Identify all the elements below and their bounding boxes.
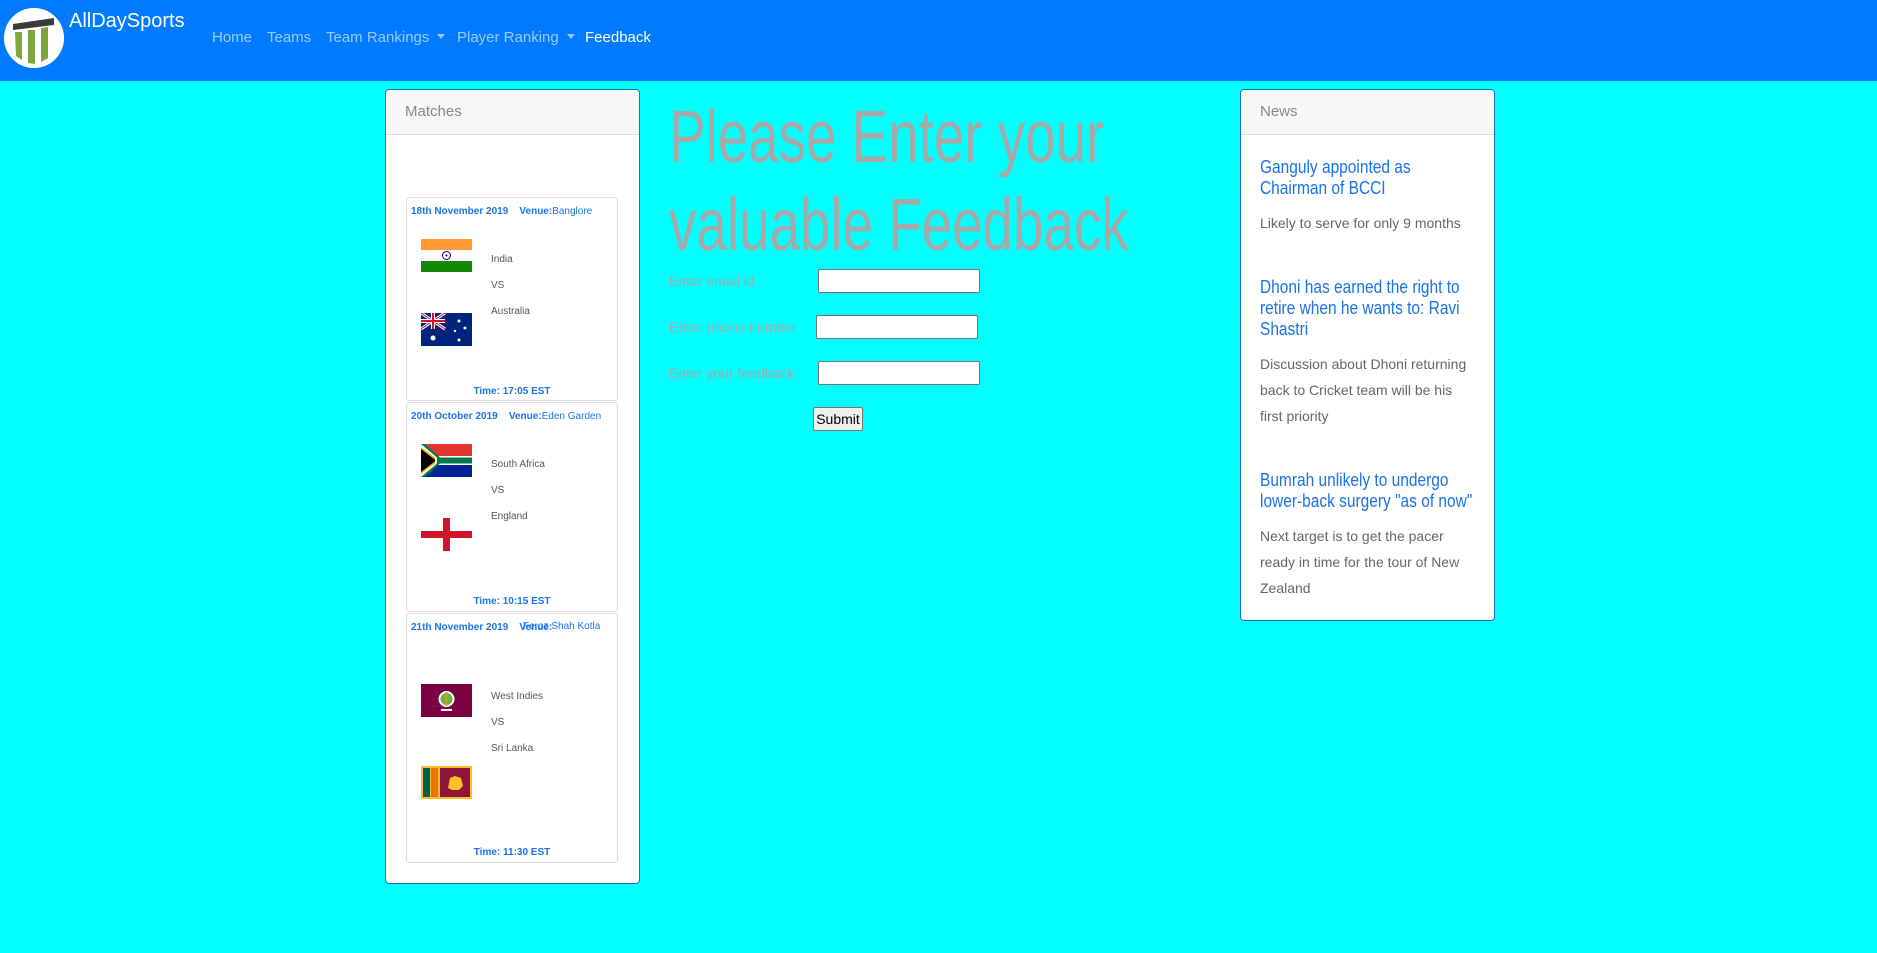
chevron-down-icon [566, 34, 575, 39]
india-flag-icon [421, 239, 472, 272]
phone-label: Enter phone number [669, 319, 797, 335]
match-venue[interactable]: Eden Garden [542, 411, 602, 422]
nav-team-rankings[interactable]: Team Rankings [326, 29, 446, 46]
team1-name: West Indies [491, 691, 544, 702]
nav-teams[interactable]: Teams [267, 29, 311, 46]
news-headline[interactable]: Dhoni has earned the right to retire whe… [1260, 277, 1475, 340]
match-time: Time: 10:15 EST [473, 596, 551, 607]
match-card: 21th November 2019 Venue: Feroz Shah Kot… [406, 613, 618, 863]
nav-team-rankings-label: Team Rankings [326, 29, 430, 46]
match-venue[interactable]: Feroz Shah Kotla [407, 616, 617, 637]
phone-field[interactable] [816, 315, 978, 339]
news-summary: Next target is to get the pacer ready in… [1260, 528, 1460, 596]
matches-card: Matches 18th November 2019 Venue:Banglor… [385, 89, 640, 884]
email-label: Enter email id [669, 273, 755, 289]
chevron-down-icon [437, 34, 446, 39]
nav-player-ranking-label: Player Ranking [457, 29, 559, 46]
brand-name[interactable]: AllDaySports [69, 10, 185, 33]
sri-lanka-flag-icon [421, 766, 472, 799]
team2-name: Australia [491, 306, 530, 317]
nav-home[interactable]: Home [212, 29, 252, 46]
team1-name: India [491, 254, 513, 265]
news-summary: Likely to serve for only 9 months [1260, 215, 1461, 231]
match-card: 20th October 2019 Venue:Eden Garden Sout… [406, 402, 618, 612]
south-africa-flag-icon [421, 444, 472, 477]
matches-header: Matches [386, 90, 639, 135]
england-flag-icon [421, 518, 472, 551]
submit-button[interactable]: Submit [813, 407, 863, 431]
match-card: 18th November 2019 Venue:Banglore India … [406, 197, 618, 401]
feedback-title: Please Enter your valuable Feedback [669, 93, 1129, 269]
match-date-line: 20th October 2019 Venue:Eden Garden [411, 411, 601, 422]
news-header: News [1241, 90, 1494, 135]
vs-label: VS [491, 485, 505, 496]
feedback-label: Enter your feedback [669, 365, 795, 381]
west-indies-flag-icon [421, 684, 472, 717]
feedback-title-line1: Please Enter your [669, 95, 1105, 178]
brand-logo-icon[interactable] [4, 8, 64, 68]
team1-name: South Africa [491, 459, 545, 470]
venue-label: Venue: [508, 411, 542, 422]
news-headline[interactable]: Bumrah unlikely to undergo lower-back su… [1260, 470, 1475, 512]
match-date-line: 18th November 2019 Venue:Banglore [411, 206, 592, 217]
nav-player-ranking[interactable]: Player Ranking [457, 29, 575, 46]
venue-label: Venue: [519, 206, 553, 217]
nav-feedback[interactable]: Feedback [585, 29, 651, 46]
email-field[interactable] [818, 269, 980, 293]
news-headline[interactable]: Ganguly appointed as Chairman of BCCI [1260, 157, 1475, 199]
feedback-field[interactable] [818, 361, 980, 385]
team2-name: Sri Lanka [491, 743, 534, 754]
match-date: 18th November 2019 [411, 206, 509, 217]
team2-name: England [491, 511, 528, 522]
navbar: AllDaySports Home Teams Team Rankings Pl… [0, 0, 1877, 81]
feedback-title-line2: valuable Feedback [669, 183, 1129, 266]
vs-label: VS [491, 717, 505, 728]
vs-label: VS [491, 280, 505, 291]
match-time: Time: 11:30 EST [473, 847, 551, 858]
australia-flag-icon [421, 313, 472, 346]
match-date: 20th October 2019 [411, 411, 498, 422]
news-summary: Discussion about Dhoni returning back to… [1260, 356, 1467, 424]
news-card: News Ganguly appointed as Chairman of BC… [1240, 89, 1495, 621]
match-time: Time: 17:05 EST [473, 386, 551, 397]
match-venue[interactable]: Banglore [552, 206, 592, 217]
